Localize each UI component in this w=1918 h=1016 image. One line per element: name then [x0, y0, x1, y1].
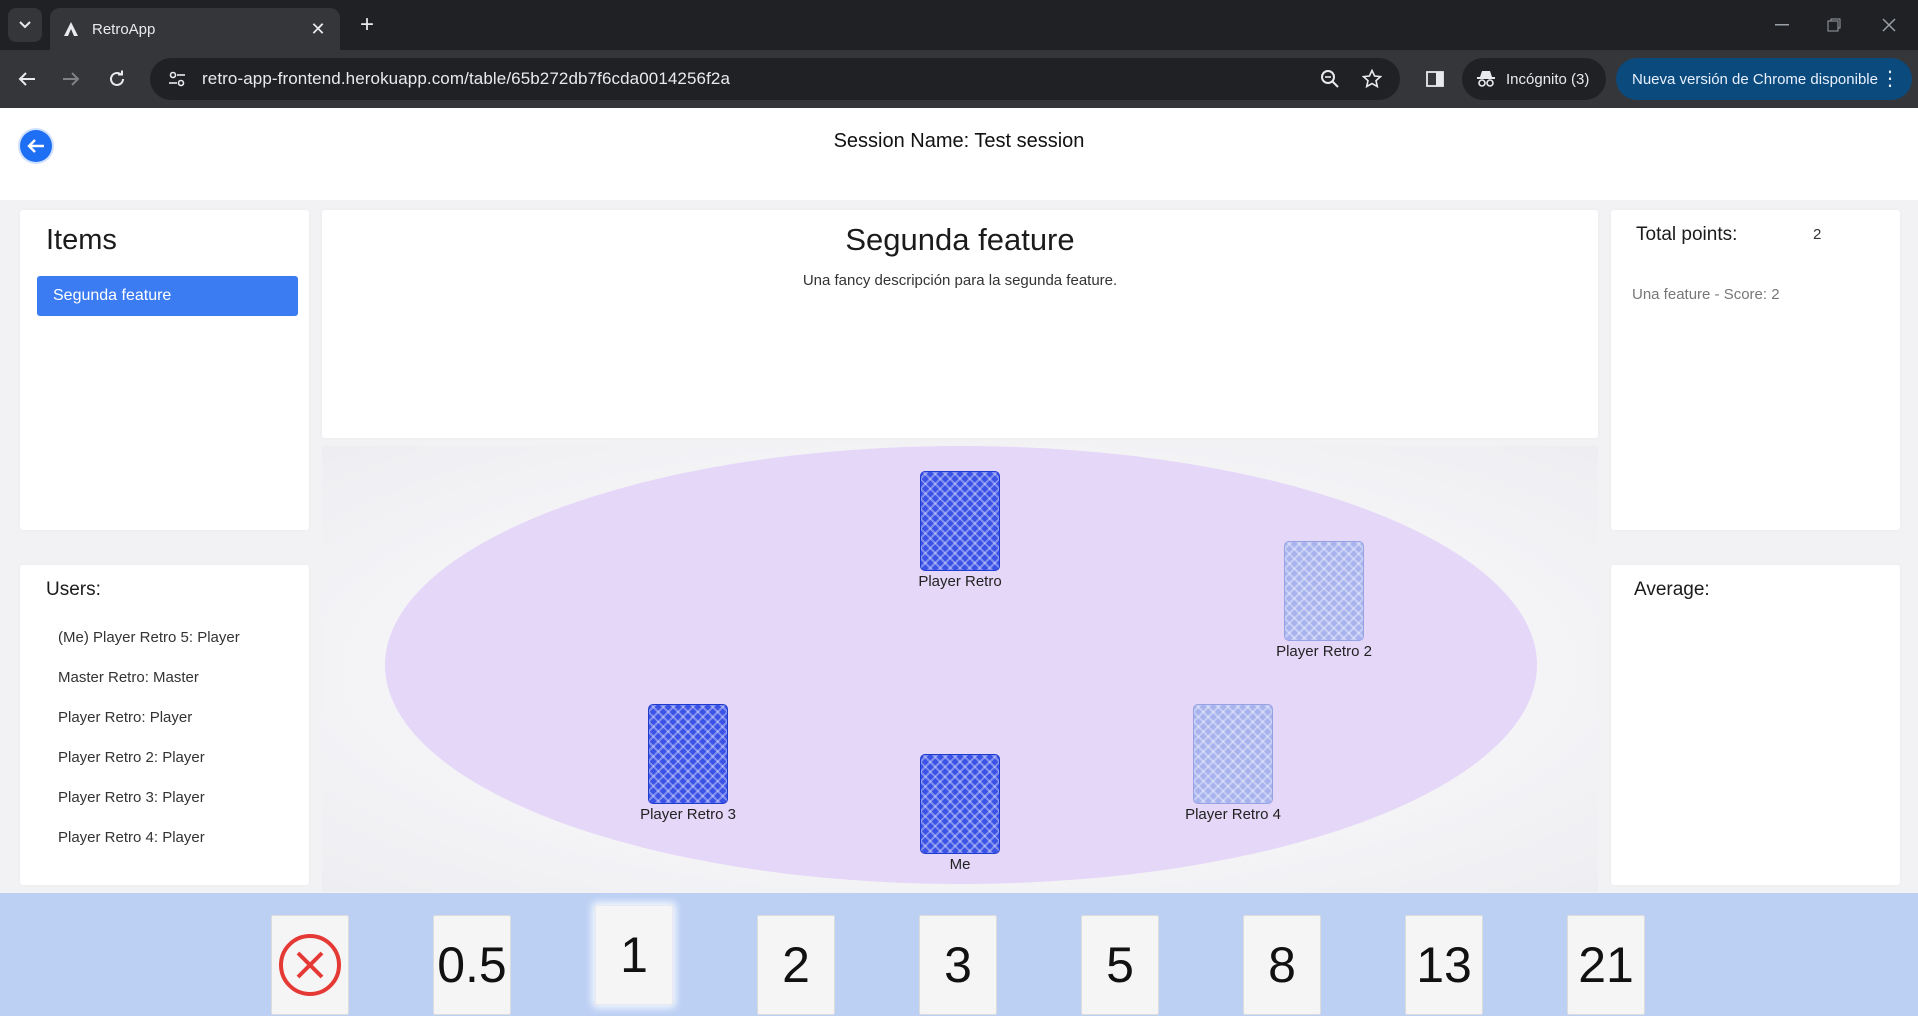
player-seat: Player Retro 2 — [1244, 541, 1404, 660]
users-title: Users: — [46, 579, 101, 600]
player-card — [1284, 541, 1364, 641]
vote-card[interactable]: 3 — [919, 915, 997, 1015]
cancel-icon — [279, 934, 341, 996]
session-title: Session Name: Test session — [833, 130, 1085, 152]
vote-card[interactable]: 0.5 — [433, 915, 511, 1015]
chevron-down-icon — [19, 21, 31, 29]
zoom-icon[interactable] — [1316, 65, 1344, 93]
user-item: Player Retro: Player — [58, 709, 193, 726]
item-button-segunda-feature[interactable]: Segunda feature — [37, 276, 298, 316]
player-name: Player Retro 4 — [1185, 806, 1281, 823]
user-item: Player Retro 3: Player — [58, 789, 205, 806]
feature-title: Segunda feature — [845, 222, 1075, 257]
vote-card-cancel[interactable] — [271, 915, 349, 1015]
vote-card[interactable]: 8 — [1243, 915, 1321, 1015]
close-window-icon[interactable] — [1875, 12, 1903, 38]
more-menu-icon[interactable]: ⋮ — [1880, 69, 1900, 89]
items-title: Items — [46, 224, 117, 256]
player-seat: Player Retro — [880, 471, 1040, 590]
vote-card[interactable]: 13 — [1405, 915, 1483, 1015]
items-panel: Items Segunda feature — [20, 210, 309, 530]
back-arrow-icon[interactable] — [12, 64, 42, 94]
player-card — [920, 754, 1000, 854]
address-bar[interactable]: retro-app-frontend.herokuapp.com/table/6… — [150, 58, 1400, 100]
incognito-icon — [1477, 71, 1495, 87]
update-label: Nueva versión de Chrome disponible — [1632, 70, 1878, 88]
restore-icon[interactable] — [1820, 12, 1848, 38]
player-card — [648, 704, 728, 804]
incognito-indicator[interactable]: Incógnito (3) — [1462, 58, 1606, 100]
user-item: (Me) Player Retro 5: Player — [58, 629, 240, 646]
url-text: retro-app-frontend.herokuapp.com/table/6… — [202, 69, 731, 88]
new-tab-button[interactable]: + — [352, 10, 382, 40]
tab-search-button[interactable] — [8, 8, 42, 42]
minimize-icon[interactable] — [1768, 12, 1796, 38]
bookmark-star-icon[interactable] — [1358, 65, 1386, 93]
player-seat-me: Me — [880, 754, 1040, 873]
browser-tabstrip: RetroApp ✕ + — [0, 0, 1918, 50]
vote-card[interactable]: 5 — [1081, 915, 1159, 1015]
browser-tab[interactable]: RetroApp ✕ — [50, 8, 340, 50]
users-list: (Me) Player Retro 5: Player Master Retro… — [58, 629, 240, 869]
player-name: Player Retro 3 — [640, 806, 736, 823]
player-name: Me — [949, 856, 971, 873]
score-entry: Una feature - Score: 2 — [1632, 286, 1780, 303]
player-card — [1193, 704, 1273, 804]
close-tab-icon[interactable]: ✕ — [308, 19, 328, 40]
vote-card[interactable]: 2 — [757, 915, 835, 1015]
reload-icon[interactable] — [102, 64, 132, 94]
vote-card[interactable]: 21 — [1567, 915, 1645, 1015]
side-panel-icon[interactable] — [1420, 64, 1450, 94]
vote-deck: 0.5 1 2 3 5 8 13 21 — [0, 893, 1918, 1016]
incognito-label: Incógnito (3) — [1506, 70, 1590, 88]
user-item: Player Retro 4: Player — [58, 829, 205, 846]
tab-title: RetroApp — [92, 20, 156, 38]
chrome-update-button[interactable]: Nueva versión de Chrome disponible ⋮ — [1616, 58, 1912, 100]
feature-panel: Segunda feature Una fancy descripción pa… — [322, 210, 1598, 438]
average-panel: Average: — [1611, 565, 1900, 885]
average-label: Average: — [1634, 579, 1710, 600]
total-points-value: 2 — [1813, 226, 1822, 243]
user-item: Player Retro 2: Player — [58, 749, 205, 766]
player-card — [920, 471, 1000, 571]
total-points-panel: Total points: 2 Una feature - Score: 2 — [1611, 210, 1900, 530]
forward-arrow-icon[interactable] — [56, 64, 86, 94]
app-favicon-icon — [62, 20, 80, 38]
total-points-label: Total points: — [1636, 224, 1738, 245]
feature-description: Una fancy descripción para la segunda fe… — [802, 272, 1118, 289]
player-seat: Player Retro 4 — [1153, 704, 1313, 823]
player-seat: Player Retro 3 — [608, 704, 768, 823]
player-name: Player Retro 2 — [1276, 643, 1372, 660]
user-item: Master Retro: Master — [58, 669, 199, 686]
app-header: Session Name: Test session — [0, 108, 1918, 200]
player-name: Player Retro — [918, 573, 1002, 590]
vote-card-selected[interactable]: 1 — [595, 905, 673, 1005]
users-panel: Users: (Me) Player Retro 5: Player Maste… — [20, 565, 309, 885]
table-area: Player Retro Player Retro 2 Player Retro… — [322, 446, 1598, 892]
site-info-icon[interactable] — [164, 66, 190, 92]
